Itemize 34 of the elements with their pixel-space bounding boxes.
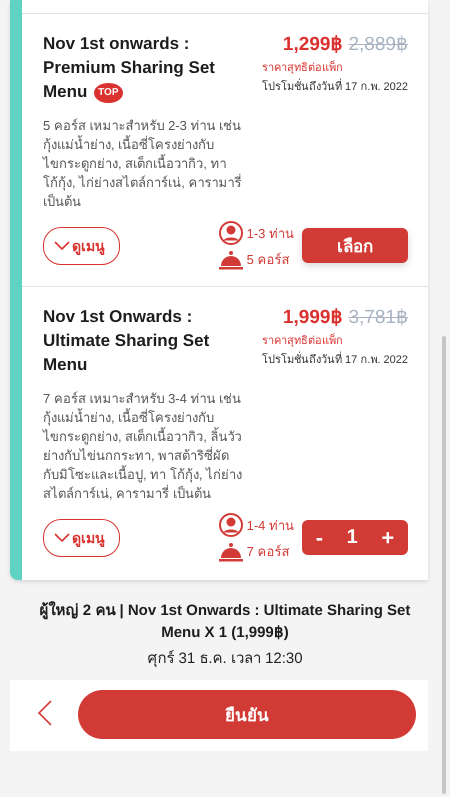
- confirm-button[interactable]: ยืนยัน: [78, 690, 416, 739]
- back-icon: [38, 700, 52, 726]
- price-note: ราคาสุทธิต่อแพ็ก: [262, 59, 343, 76]
- scrollbar[interactable]: [442, 336, 446, 794]
- course-count: 7 คอร์ส: [246, 543, 290, 561]
- promo-date: โปรโมชั่นถึงวันที่ 17 ก.พ. 2022: [262, 350, 408, 368]
- guest-count: 1-3 ท่าน: [246, 224, 294, 242]
- original-price: 2,889฿: [348, 33, 408, 56]
- cloche-icon: [218, 250, 243, 270]
- person-icon: [218, 221, 243, 245]
- view-menu-button[interactable]: ดูเมนู: [43, 518, 120, 556]
- select-button[interactable]: เลือก: [302, 228, 408, 263]
- chevron-down-icon: [54, 532, 70, 542]
- cloche-icon: [218, 542, 243, 562]
- price: 1,999฿: [282, 306, 342, 329]
- promo-date: โปรโมชั่นถึงวันที่ 17 ก.พ. 2022: [262, 77, 408, 95]
- guest-count: 1-4 ท่าน: [246, 516, 294, 534]
- plus-button[interactable]: +: [377, 524, 398, 550]
- price-note: ราคาสุทธิต่อแพ็ก: [262, 332, 343, 349]
- course-count: 5 คอร์ส: [246, 251, 290, 269]
- original-price: 3,781฿: [348, 306, 408, 329]
- package-description: 5 คอร์ส เหมาะสำหรับ 2-3 ท่าน เช่น กุ้งแม่น้ำย่าง, เนื้อซี่โครงย่างกับไขกระดูกย่าง, สเต็กเนื้อวากิว, ทา โก้กุ้ง, ไก่ย่างสไตล์การ์เน่, คารามารี่ เป็นต้น: [43, 117, 242, 211]
- quantity-value: 1: [346, 526, 358, 549]
- booking-datetime: ศุกร์ 31 ธ.ค. เวลา 12:30: [146, 649, 304, 670]
- price: 1,299฿: [282, 33, 342, 56]
- minus-button[interactable]: -: [312, 524, 328, 550]
- package-description: 7 คอร์ส เหมาะสำหรับ 3-4 ท่าน เช่น กุ้งแม่น้ำย่าง, เนื้อซี่โครงย่างกับไขกระดูกย่าง, สเต็กเนื้อวากิว, ลิ้นวัวย่างกับไข่นกกระทา, พาสต้าริซี่ผัดกับมิโซะและเนื้อปู, ทา โก้กุ้ง, ไก่ย่างสไตล์การ์เน่, คารามารี่ เป็นต้น: [43, 390, 243, 503]
- package-title: Nov 1st onwards : Premium Sharing Set Menu TOP: [43, 33, 216, 104]
- package-title: Nov 1st Onwards : Ultimate Sharing Set Menu: [43, 306, 210, 376]
- person-icon: [218, 513, 243, 537]
- chevron-down-icon: [54, 240, 70, 250]
- top-badge: TOP: [94, 82, 123, 103]
- view-menu-button[interactable]: ดูเมนู: [43, 226, 120, 264]
- booking-summary: ผู้ใหญ่ 2 คน | Nov 1st Onwards : Ultimate Sharing Set Menu X 1 (1,999฿): [38, 600, 412, 643]
